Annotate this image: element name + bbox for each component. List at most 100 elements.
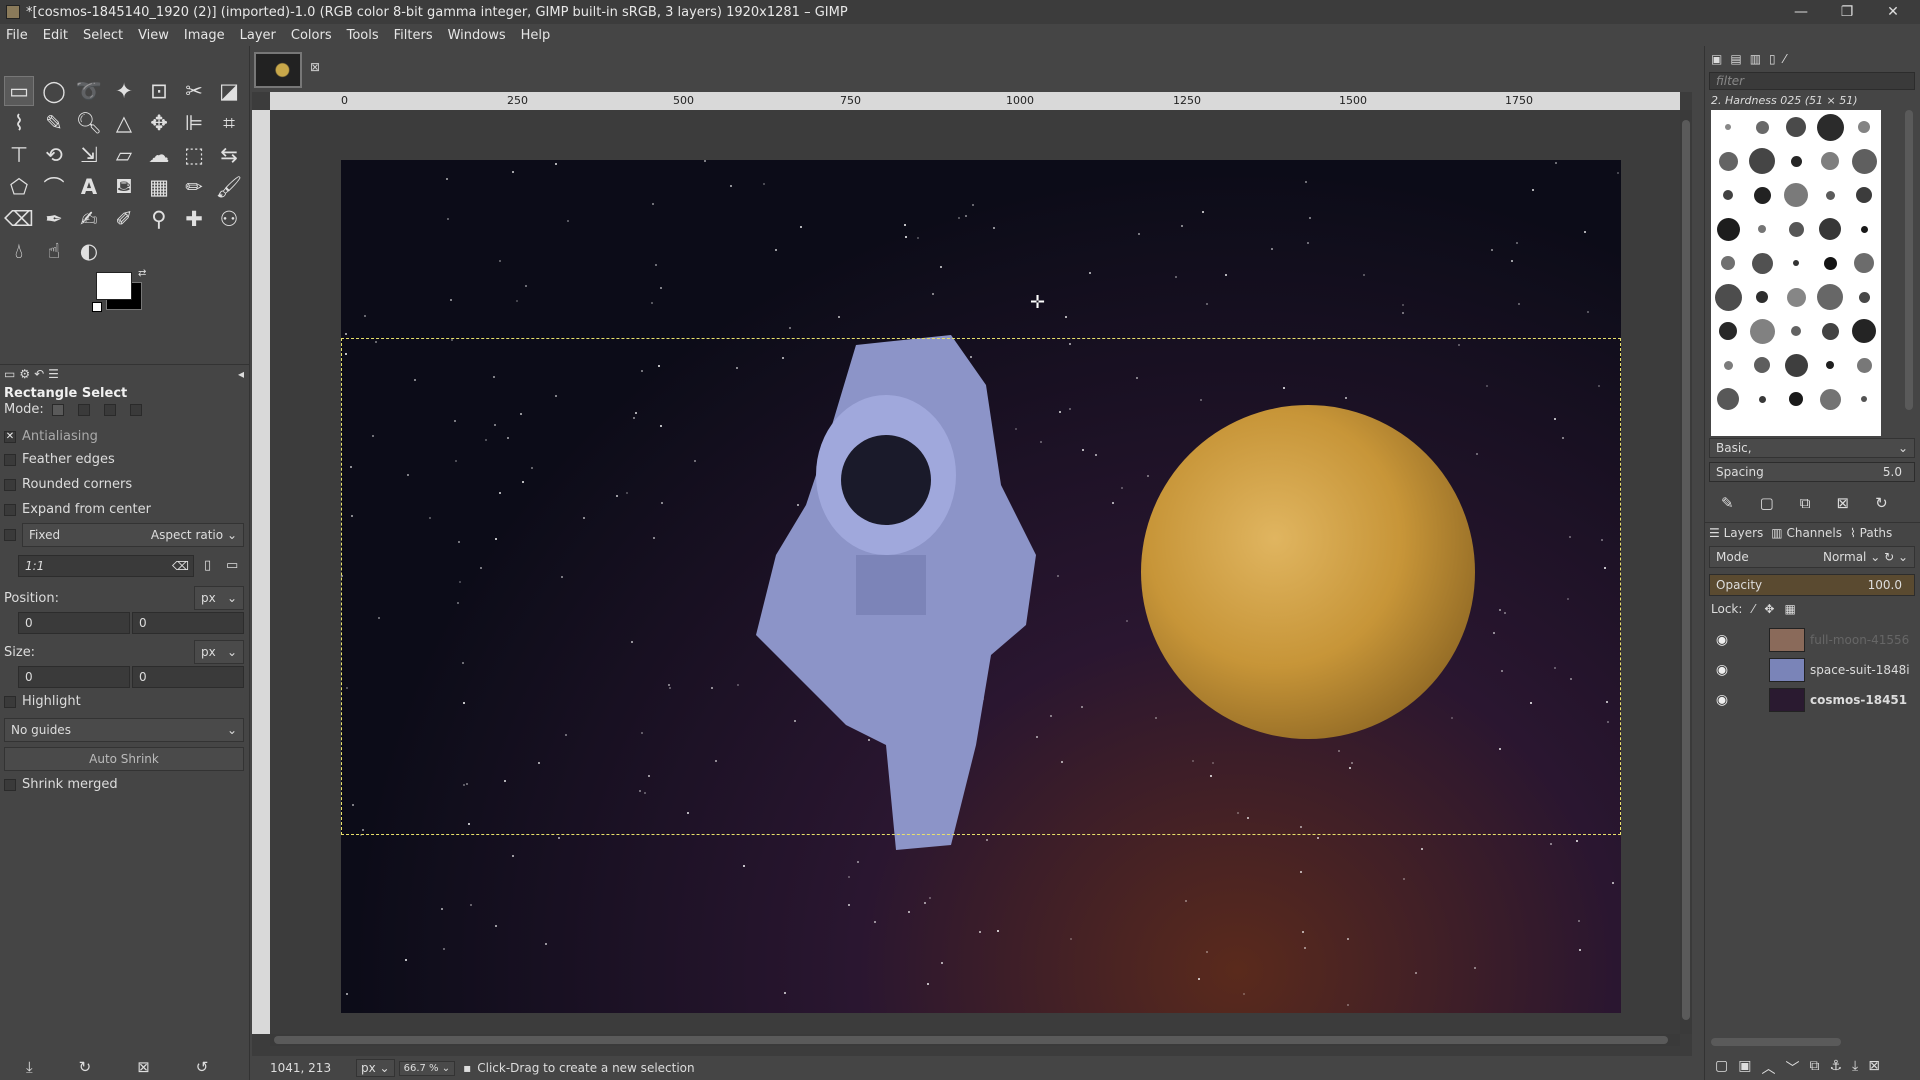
- brush-scrollbar[interactable]: [1905, 110, 1913, 410]
- gradient-icon[interactable]: ▦: [144, 172, 174, 202]
- rotate-icon[interactable]: ⟲: [39, 140, 69, 170]
- menu-help[interactable]: Help: [521, 28, 551, 43]
- fuzzy-select-icon[interactable]: ✦: [109, 76, 139, 106]
- layer-row[interactable]: ◉ space-suit-1848i: [1711, 656, 1916, 684]
- rect-select-icon[interactable]: ▭: [4, 76, 34, 106]
- brush-swatch[interactable]: [1813, 246, 1847, 280]
- delete-layer-icon[interactable]: ⊠: [1868, 1058, 1880, 1078]
- menu-file[interactable]: File: [6, 28, 28, 43]
- brush-filter-input[interactable]: filter: [1709, 72, 1915, 90]
- layers-scrollbar[interactable]: [1711, 1038, 1841, 1046]
- position-y-input[interactable]: 0: [132, 612, 244, 634]
- close-button[interactable]: ✕: [1872, 0, 1914, 24]
- brush-swatch[interactable]: [1847, 348, 1881, 382]
- brush-swatch[interactable]: [1745, 382, 1779, 416]
- position-unit-dropdown[interactable]: px ⌄: [194, 586, 244, 610]
- move-icon[interactable]: ✥: [144, 108, 174, 138]
- highlight-checkbox[interactable]: [4, 695, 16, 708]
- vertical-scroll-thumb[interactable]: [1682, 120, 1690, 1020]
- heal-icon[interactable]: ✚: [179, 204, 209, 234]
- images-tab-icon[interactable]: ☰: [48, 367, 59, 381]
- menu-image[interactable]: Image: [184, 28, 225, 43]
- vertical-scrollbar[interactable]: [1680, 110, 1692, 1034]
- brush-swatch[interactable]: [1813, 348, 1847, 382]
- image-tab-thumbnail[interactable]: [254, 52, 302, 88]
- horizontal-scrollbar[interactable]: [270, 1034, 1680, 1046]
- brush-swatch[interactable]: [1779, 212, 1813, 246]
- brush-swatch[interactable]: [1711, 246, 1745, 280]
- patterns-tab-icon[interactable]: ▤: [1730, 52, 1741, 66]
- fonts-tab-icon[interactable]: ▥: [1750, 52, 1761, 66]
- brush-swatch[interactable]: [1813, 178, 1847, 212]
- swap-colors-icon[interactable]: ⇄: [138, 268, 146, 279]
- brush-swatch[interactable]: [1711, 144, 1745, 178]
- airbrush-icon[interactable]: ✒: [39, 204, 69, 234]
- brush-swatch[interactable]: [1847, 212, 1881, 246]
- minimize-button[interactable]: —: [1780, 0, 1822, 24]
- crop-icon[interactable]: ⌗: [214, 108, 244, 138]
- brush-swatch[interactable]: [1847, 144, 1881, 178]
- antialiasing-checkbox[interactable]: ✕: [4, 430, 16, 443]
- delete-options-icon[interactable]: ⊠: [137, 1058, 150, 1076]
- undo-history-tab-icon[interactable]: ↶: [34, 367, 44, 381]
- brush-swatch[interactable]: [1745, 110, 1779, 144]
- rectangle-selection[interactable]: [341, 338, 1621, 835]
- rounded-checkbox[interactable]: [4, 478, 16, 491]
- brush-swatch[interactable]: [1711, 280, 1745, 314]
- brush-editor-tab-icon[interactable]: ⁄: [1784, 52, 1786, 66]
- brush-swatch[interactable]: [1779, 382, 1813, 416]
- expand-checkbox[interactable]: [4, 503, 16, 516]
- paths-icon[interactable]: ⌇: [4, 108, 34, 138]
- portrait-icon[interactable]: ▯: [204, 558, 211, 573]
- brush-swatch[interactable]: [1847, 280, 1881, 314]
- zoom-dropdown[interactable]: 66.7 % ⌄: [398, 1060, 456, 1076]
- reset-options-icon[interactable]: ↺: [196, 1058, 209, 1076]
- refresh-brushes-icon[interactable]: ↻: [1875, 494, 1888, 512]
- lower-layer-icon[interactable]: ﹀: [1785, 1058, 1799, 1078]
- feather-option[interactable]: Feather edges: [4, 452, 115, 467]
- eraser-icon[interactable]: ⌫: [4, 204, 34, 234]
- raise-layer-icon[interactable]: ︿: [1761, 1058, 1775, 1078]
- new-layer-icon[interactable]: ▢: [1715, 1058, 1728, 1078]
- visibility-eye-icon[interactable]: ◉: [1711, 692, 1733, 708]
- layer-row[interactable]: ◉ full-moon-41556: [1711, 626, 1916, 654]
- brushes-tab-icon[interactable]: ▣: [1711, 52, 1722, 66]
- brush-swatch[interactable]: [1779, 314, 1813, 348]
- antialiasing-option[interactable]: ✕ Antialiasing: [4, 429, 98, 444]
- brush-swatch[interactable]: [1711, 348, 1745, 382]
- blur-icon[interactable]: 💧︎: [4, 236, 34, 266]
- select-by-color-icon[interactable]: ⊡: [144, 76, 174, 106]
- brush-swatch[interactable]: [1745, 280, 1779, 314]
- anchor-layer-icon[interactable]: ⚓︎: [1829, 1058, 1842, 1078]
- brush-swatch[interactable]: [1813, 382, 1847, 416]
- delete-brush-icon[interactable]: ⊠: [1836, 494, 1849, 512]
- feather-checkbox[interactable]: [4, 453, 16, 466]
- lock-position-icon[interactable]: ✥: [1764, 602, 1774, 616]
- brush-swatch[interactable]: [1847, 382, 1881, 416]
- vertical-ruler[interactable]: [252, 110, 270, 1034]
- foreground-select-icon[interactable]: ◪: [214, 76, 244, 106]
- perspective-clone-icon[interactable]: ⚇: [214, 204, 244, 234]
- cage-icon[interactable]: ⬠: [4, 172, 34, 202]
- size-w-input[interactable]: 0: [18, 666, 130, 688]
- visibility-eye-icon[interactable]: ◉: [1711, 632, 1733, 648]
- lock-alpha-icon[interactable]: ▦: [1784, 602, 1795, 616]
- brush-swatch[interactable]: [1779, 246, 1813, 280]
- paintbrush-icon[interactable]: 🖌︎: [214, 172, 244, 202]
- tab-paths[interactable]: ⌇ Paths: [1850, 526, 1892, 540]
- visibility-eye-icon[interactable]: ◉: [1711, 662, 1733, 678]
- warp-transform-icon[interactable]: ⌒: [39, 172, 69, 202]
- brush-swatch[interactable]: [1779, 144, 1813, 178]
- brush-swatch[interactable]: [1847, 246, 1881, 280]
- brush-swatch[interactable]: [1813, 144, 1847, 178]
- brush-swatch[interactable]: [1847, 178, 1881, 212]
- brush-swatch[interactable]: [1711, 382, 1745, 416]
- foreground-color-swatch[interactable]: [96, 272, 132, 300]
- landscape-icon[interactable]: ▭: [226, 558, 238, 573]
- bucket-fill-icon[interactable]: ⛾: [109, 172, 139, 202]
- panel-menu-icon[interactable]: ◂: [238, 367, 244, 381]
- opacity-slider[interactable]: Opacity 100.0: [1709, 574, 1915, 596]
- menu-layer[interactable]: Layer: [240, 28, 276, 43]
- brush-swatch[interactable]: [1711, 110, 1745, 144]
- fixed-option[interactable]: [4, 529, 22, 541]
